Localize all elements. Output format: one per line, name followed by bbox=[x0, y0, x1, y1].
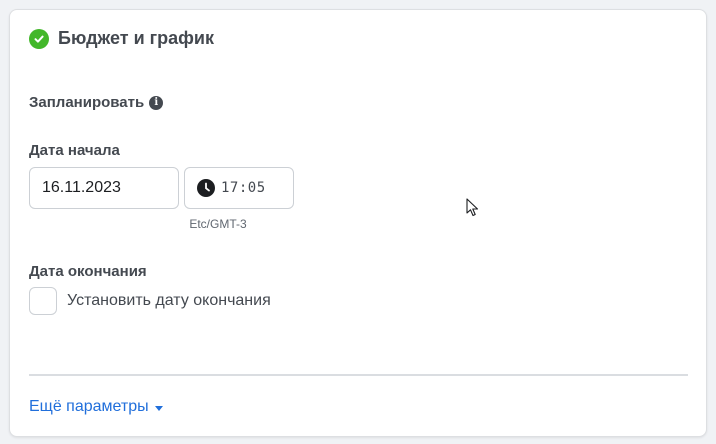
more-options-label[interactable]: Ещё параметры bbox=[29, 398, 149, 416]
section-header: Бюджет и график bbox=[29, 28, 214, 49]
section-title: Бюджет и график bbox=[58, 28, 215, 48]
info-icon[interactable]: i bbox=[149, 95, 164, 110]
timezone-label: Etc/GMT-3 bbox=[189, 217, 247, 231]
set-end-date-row[interactable]: Установить дату окончания bbox=[29, 287, 271, 315]
start-date-label: Дата начала bbox=[29, 142, 120, 159]
caret-down-icon[interactable] bbox=[154, 405, 163, 411]
check-circle-icon bbox=[29, 28, 49, 49]
schedule-label-row: Запланировать i bbox=[29, 94, 164, 111]
start-time-value: 17:05 bbox=[221, 180, 266, 196]
start-time-input[interactable]: 17:05 bbox=[184, 167, 294, 209]
clock-icon bbox=[197, 179, 215, 197]
set-end-date-label[interactable]: Установить дату окончания bbox=[67, 292, 271, 310]
set-end-date-checkbox[interactable] bbox=[29, 287, 57, 315]
mouse-cursor-icon bbox=[466, 198, 479, 217]
budget-schedule-card: Бюджет и график Запланировать i Дата нач… bbox=[9, 9, 707, 437]
schedule-label: Запланировать bbox=[29, 94, 145, 111]
start-date-input[interactable] bbox=[29, 167, 179, 209]
divider bbox=[29, 374, 688, 376]
end-date-label: Дата окончания bbox=[29, 263, 147, 280]
more-options-link[interactable]: Ещё параметры bbox=[29, 398, 163, 416]
